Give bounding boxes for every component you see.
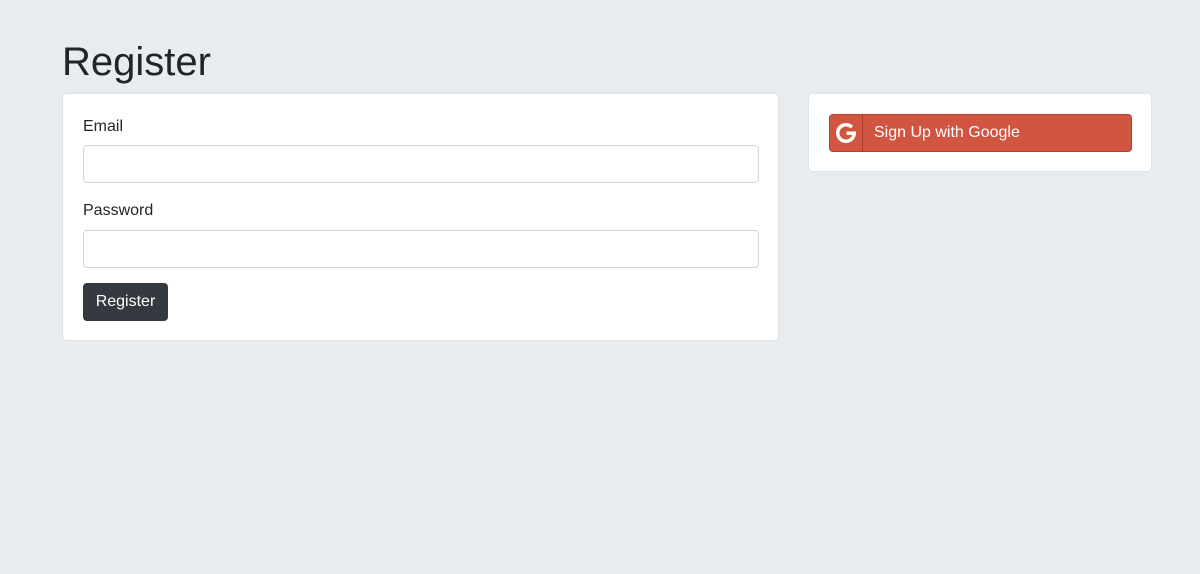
email-label: Email [83, 118, 124, 135]
email-field[interactable] [83, 145, 759, 183]
social-signup-card: Sign Up with Google [808, 93, 1152, 172]
register-form-card: Email Password Register [62, 93, 779, 341]
password-label: Password [83, 202, 154, 219]
google-g-icon [830, 115, 863, 151]
google-signup-label: Sign Up with Google [874, 124, 1020, 141]
register-button[interactable]: Register [83, 283, 168, 321]
password-field[interactable] [83, 230, 759, 268]
page-title: Register [62, 40, 211, 84]
google-signup-button[interactable]: Sign Up with Google [829, 114, 1132, 152]
